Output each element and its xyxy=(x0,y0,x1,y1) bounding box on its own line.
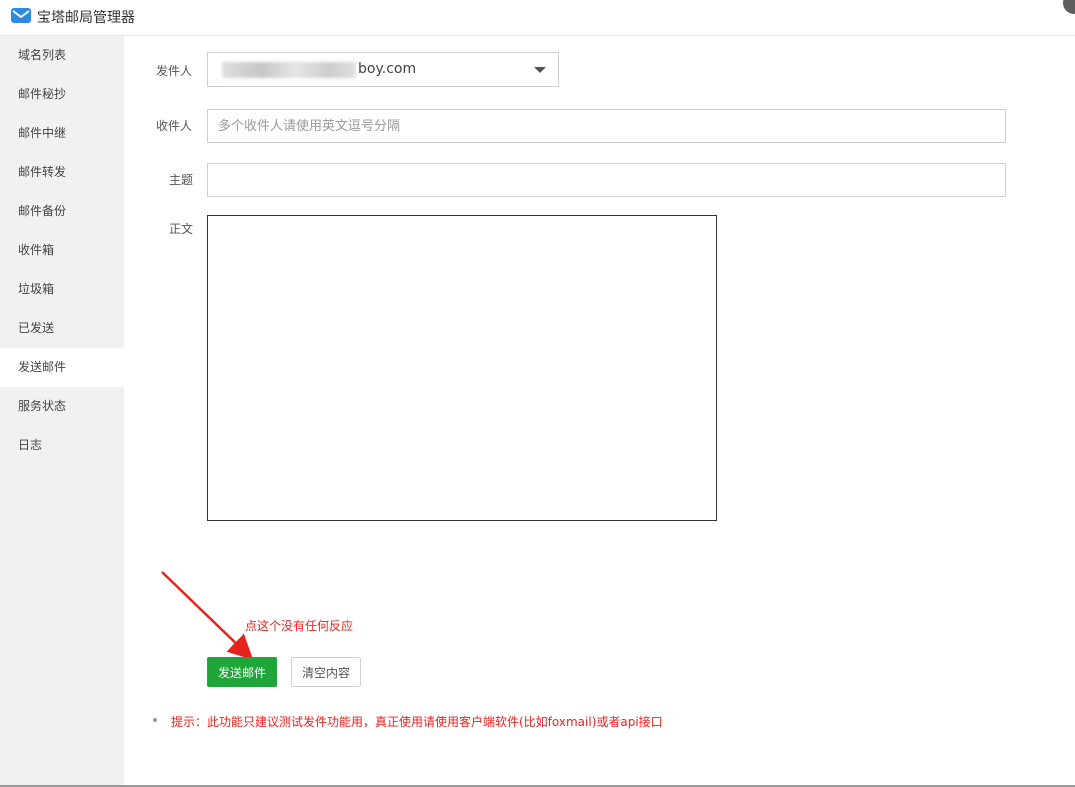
body-label: 正文 xyxy=(169,222,194,236)
recipient-input[interactable] xyxy=(207,109,1006,143)
clear-content-button[interactable]: 清空内容 xyxy=(291,657,361,687)
sidebar: 域名列表 邮件秘抄 邮件中继 邮件转发 邮件备份 收件箱 垃圾箱 已发送 发送邮… xyxy=(0,36,124,787)
sidebar-item-mail-backup[interactable]: 邮件备份 xyxy=(0,192,124,231)
sidebar-item-mail-bcc[interactable]: 邮件秘抄 xyxy=(0,75,124,114)
sidebar-item-service-status[interactable]: 服务状态 xyxy=(0,387,124,426)
recipient-label: 收件人 xyxy=(156,119,193,133)
mail-icon xyxy=(11,8,31,23)
sender-label: 发件人 xyxy=(156,64,193,78)
subject-input[interactable] xyxy=(207,163,1006,197)
sender-select[interactable]: boy.com xyxy=(207,52,559,87)
window-title: 宝塔邮局管理器 xyxy=(37,10,135,26)
annotation-text: 点这个没有任何反应 xyxy=(245,619,354,633)
bullet-icon xyxy=(153,718,157,722)
sidebar-item-mail-forward[interactable]: 邮件转发 xyxy=(0,153,124,192)
sidebar-item-send-mail[interactable]: 发送邮件 xyxy=(0,348,124,387)
sidebar-item-sent[interactable]: 已发送 xyxy=(0,309,124,348)
sender-value: boy.com xyxy=(358,61,417,77)
body-textarea[interactable] xyxy=(207,215,717,521)
title-bar: 宝塔邮局管理器 xyxy=(0,0,1075,36)
sidebar-item-spam[interactable]: 垃圾箱 xyxy=(0,270,124,309)
redacted-sender-part xyxy=(222,62,356,78)
chevron-down-icon xyxy=(534,67,546,73)
annotation-arrow xyxy=(161,571,254,660)
send-mail-button[interactable]: 发送邮件 xyxy=(207,657,277,687)
sidebar-item-log[interactable]: 日志 xyxy=(0,426,124,465)
tip-text: 提示：此功能只建议测试发件功能用，真正使用请使用客户端软件(比如foxmail)… xyxy=(171,715,663,729)
sidebar-item-inbox[interactable]: 收件箱 xyxy=(0,231,124,270)
sidebar-item-domain-list[interactable]: 域名列表 xyxy=(0,36,124,75)
sidebar-item-mail-relay[interactable]: 邮件中继 xyxy=(0,114,124,153)
subject-label: 主题 xyxy=(169,173,194,187)
close-icon[interactable] xyxy=(1063,0,1075,14)
